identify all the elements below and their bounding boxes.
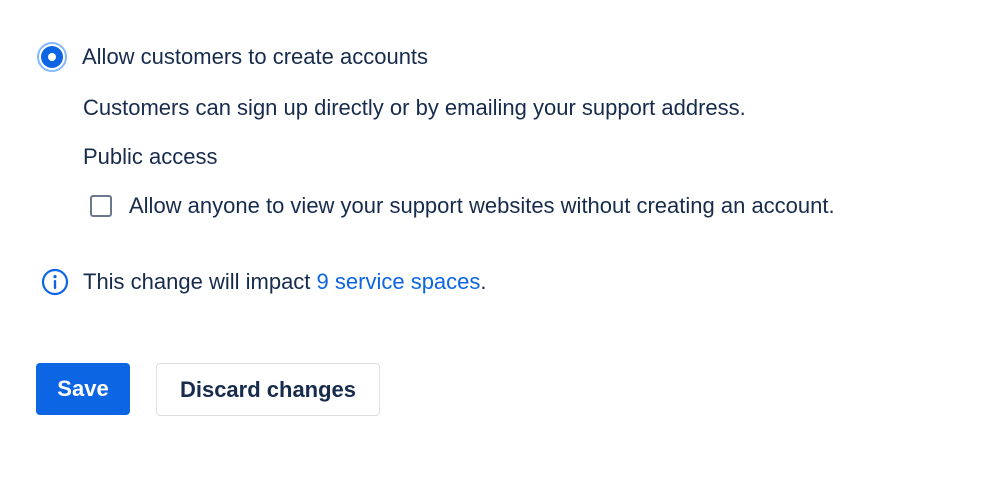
impact-notice-text: This change will impact 9 service spaces…	[83, 269, 487, 295]
discard-changes-button[interactable]: Discard changes	[156, 363, 380, 416]
service-spaces-link[interactable]: 9 service spaces	[317, 269, 481, 294]
impact-text-before: This change will impact	[83, 269, 317, 294]
public-access-option[interactable]: Allow anyone to view your support websit…	[90, 193, 835, 219]
public-access-heading: Public access	[83, 144, 218, 169]
impact-text-after: .	[480, 269, 487, 294]
radio-dot	[48, 53, 56, 61]
allow-accounts-description: Customers can sign up directly or by ema…	[83, 95, 746, 120]
allow-accounts-radio[interactable]	[37, 42, 67, 72]
allow-accounts-label[interactable]: Allow customers to create accounts	[82, 44, 428, 70]
impact-notice: This change will impact 9 service spaces…	[41, 268, 487, 296]
public-access-checkbox[interactable]	[90, 195, 112, 217]
info-icon	[41, 268, 69, 296]
save-button[interactable]: Save	[36, 363, 130, 415]
allow-accounts-option[interactable]: Allow customers to create accounts	[37, 42, 428, 72]
public-access-checkbox-label[interactable]: Allow anyone to view your support websit…	[129, 193, 835, 219]
